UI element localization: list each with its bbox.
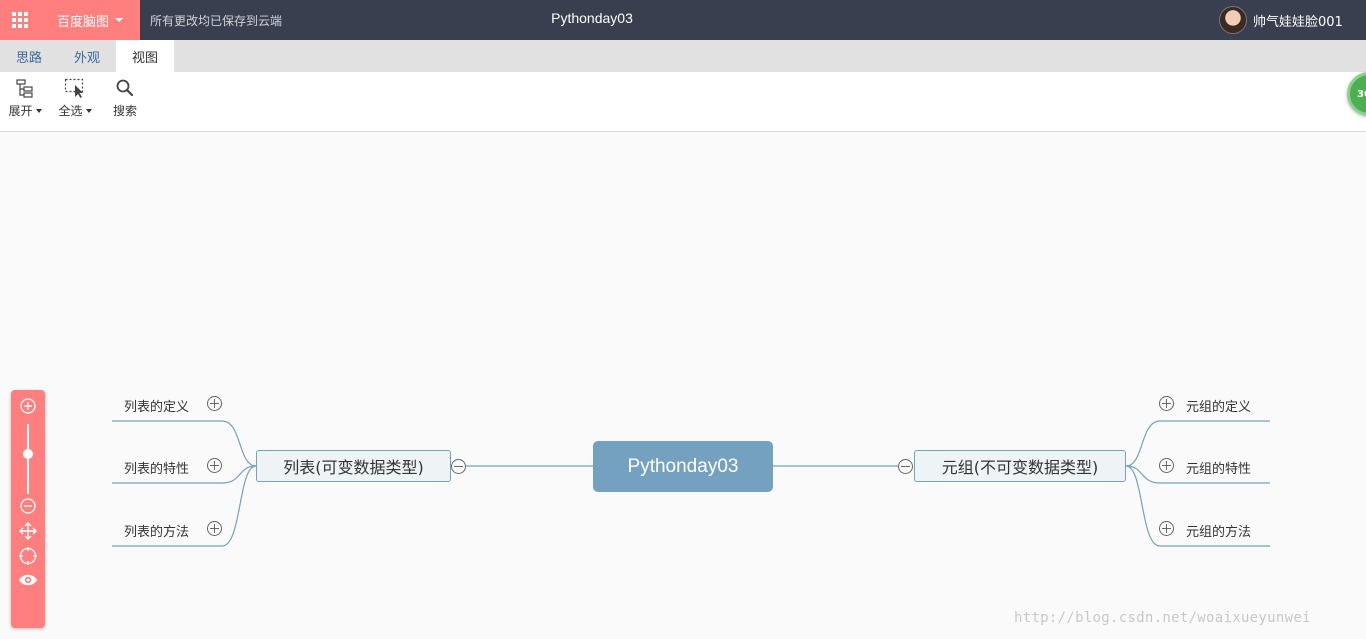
leaf-node[interactable]: 列表的特性 [124,457,189,477]
zoom-slider-handle[interactable] [23,449,33,459]
crosshair-icon [19,547,37,565]
document-title[interactable]: Pythonday03 [492,10,692,26]
collapse-icon[interactable] [898,459,913,474]
brand-label: 百度脑图 [56,14,109,30]
expand-plus-icon[interactable] [207,521,222,536]
search-label: 搜索 [112,104,137,118]
apps-button[interactable] [0,0,40,40]
expand-plus-icon[interactable] [1159,521,1174,536]
eye-icon [19,574,37,586]
zoom-in-icon [20,398,36,414]
zoom-panel [11,390,45,628]
expand-tree-icon [16,79,33,98]
leaf-node[interactable]: 元组的特性 [1186,457,1251,477]
mindmap-canvas[interactable]: Pythonday03 列表(可变数据类型) 元组(不可变数据类型) 列表的定义… [0,132,1366,639]
zoom-slider-track[interactable] [27,424,29,494]
expand-plus-icon[interactable] [1159,458,1174,473]
zoom-in-button[interactable] [11,395,45,417]
left-branch-node[interactable]: 列表(可变数据类型) [256,450,451,482]
save-status: 所有更改均已保存到云端 [150,14,283,28]
zoom-out-icon [20,498,36,514]
leaf-node[interactable]: 元组的定义 [1186,395,1251,415]
leaf-node[interactable]: 元组的方法 [1186,520,1251,540]
right-branch-node[interactable]: 元组(不可变数据类型) [914,450,1126,482]
expand-plus-icon[interactable] [207,396,222,411]
watermark: http://blog.csdn.net/woaixueyunwei [1014,610,1311,626]
collapse-icon[interactable] [451,459,466,474]
username[interactable]: 帅气娃娃脸001 [1253,11,1343,30]
grid-icon [12,12,28,28]
chevron-down-icon [115,18,123,22]
leaf-node[interactable]: 列表的定义 [124,395,189,415]
chevron-down-icon [85,108,92,113]
move-button[interactable] [11,520,45,542]
connector-lines [112,420,1270,547]
brand-menu-button[interactable]: 百度脑图 [40,0,140,40]
avatar[interactable] [1219,6,1247,34]
chevron-down-icon [35,108,42,113]
expand-label: 展开 [8,104,33,118]
search-icon [116,79,134,97]
select-cursor-icon [64,78,84,98]
root-node[interactable]: Pythonday03 [593,441,773,492]
tab-view[interactable]: 视图 [116,40,174,72]
expand-plus-icon[interactable] [207,458,222,473]
toolbar: 展开 全选 搜索 [0,72,1366,132]
top-bar: 百度脑图 所有更改均已保存到云端 Pythonday03 帅气娃娃脸001 [0,0,1366,40]
search-button[interactable]: 搜索 [110,78,140,126]
select-all-label: 全选 [58,104,83,118]
move-arrows-icon [19,522,37,540]
leaf-node[interactable]: 列表的方法 [124,520,189,540]
preview-button[interactable] [11,569,45,591]
zoom-out-button[interactable] [11,495,45,517]
tab-thinking[interactable]: 思路 [0,40,58,72]
tab-bar: 思路 外观 视图 [0,40,1366,72]
expand-button[interactable]: 展开 [6,78,44,126]
select-all-button[interactable]: 全选 [56,78,94,126]
expand-plus-icon[interactable] [1159,396,1174,411]
locate-button[interactable] [11,545,45,567]
tab-appearance[interactable]: 外观 [58,40,116,72]
